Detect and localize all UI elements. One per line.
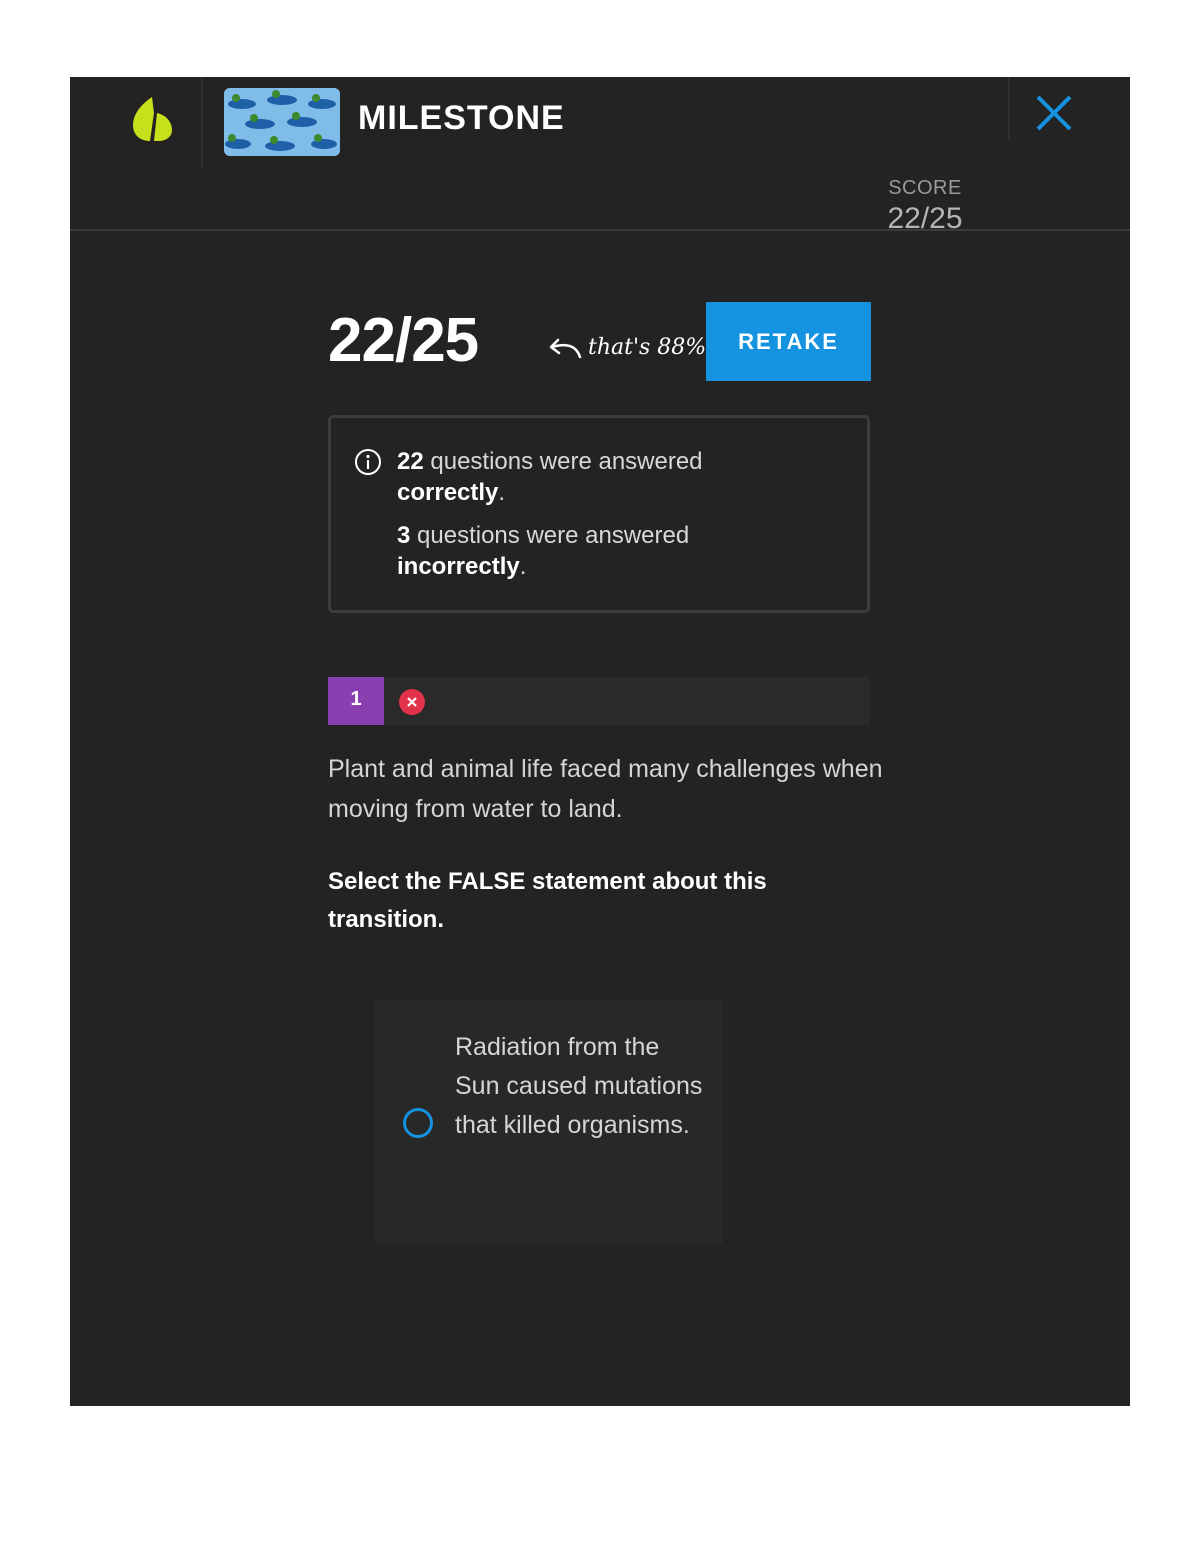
answer-option[interactable]: Radiation from the Sun caused mutations … (375, 1000, 723, 1245)
sophia-logo-icon (133, 97, 172, 141)
question-number-badge: 1 (328, 677, 384, 725)
question-prompt: Plant and animal life faced many challen… (328, 755, 883, 823)
percentage-note: that's 88% (588, 335, 707, 360)
big-score: 22/25 (328, 306, 479, 375)
info-icon (355, 449, 381, 475)
answer-option-text: Radiation from the Sun caused mutations … (455, 1033, 703, 1139)
correct-summary: 22 questions were answered correctly. (397, 448, 703, 506)
header-divider-right (1008, 77, 1010, 141)
header-divider (201, 77, 203, 167)
question-instruction: Select the FALSE statement about this tr… (328, 868, 767, 933)
curved-arrow-icon (549, 338, 582, 359)
incorrect-icon (399, 689, 425, 715)
incorrect-summary: 3 questions were answered incorrectly. (397, 522, 690, 580)
close-icon[interactable] (1032, 91, 1076, 135)
retake-button[interactable]: RETAKE (706, 302, 871, 381)
page-title: MILESTONE (358, 99, 565, 137)
milestone-results-window: MILESTONE SCORE 22/25 22/25 that's 88% R… (70, 77, 1130, 1406)
header: MILESTONE SCORE 22/25 (70, 77, 1130, 235)
results-summary: 22 questions were answered correctly. 3 q… (328, 415, 870, 613)
radio-button[interactable] (403, 1108, 433, 1138)
question-header: 1 (328, 677, 870, 725)
score-value: 22/25 (887, 202, 963, 235)
score-label: SCORE (888, 177, 962, 199)
milestone-thumbnail (224, 88, 340, 156)
